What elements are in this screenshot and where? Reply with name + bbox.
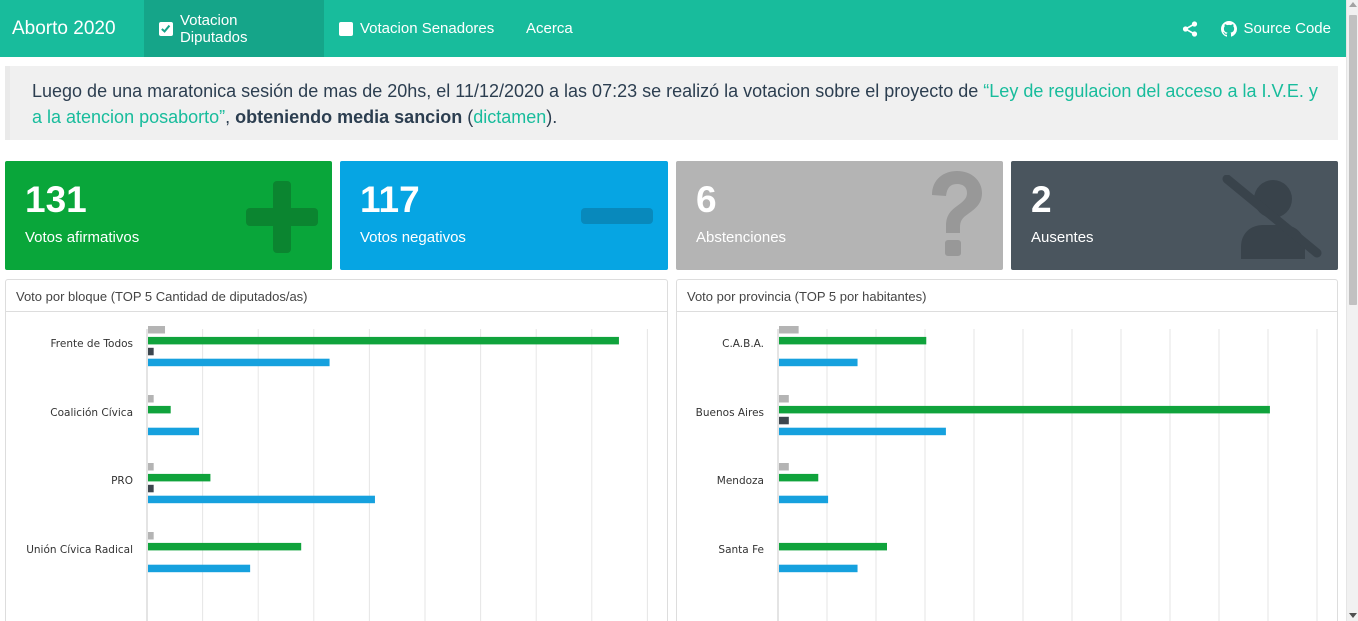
stat-label: Ausentes — [1031, 229, 1094, 246]
intro-text: Luego de una maratonica sesión de mas de… — [32, 81, 984, 101]
category-label: C.A.B.A. — [722, 338, 764, 350]
bar-negativo[interactable] — [148, 427, 200, 436]
intro-paren-open: ( — [462, 107, 474, 127]
stat-value: 2 — [1031, 179, 1052, 220]
category-label: Frente de Todos — [51, 338, 133, 350]
scroll-thumb[interactable] — [1349, 15, 1357, 305]
bar-afirmativo[interactable] — [148, 473, 211, 482]
tab-votacion-senadores[interactable]: Votacion Senadores — [324, 0, 510, 57]
category-label: Mendoza — [717, 475, 764, 487]
stat-ausentes: 2 Ausentes — [1011, 161, 1338, 270]
panel-voto-por-provincia: Voto por provincia (TOP 5 por habitantes… — [676, 279, 1338, 621]
bar-negativo[interactable] — [779, 358, 858, 367]
bar-abstencion[interactable] — [148, 326, 166, 334]
stat-value: 6 — [696, 179, 717, 220]
bar-abstencion[interactable] — [779, 395, 789, 403]
user-slash-icon — [1222, 175, 1322, 259]
bar-abstencion[interactable] — [148, 463, 154, 471]
stat-value: 117 — [360, 179, 420, 220]
bar-afirmativo[interactable] — [779, 336, 927, 345]
bar-abstencion[interactable] — [148, 395, 154, 403]
bar-negativo[interactable] — [148, 495, 375, 504]
stat-abstenciones: 6 Abstenciones — [676, 161, 1003, 270]
stat-votos-negativos: 117 Votos negativos — [340, 161, 668, 270]
bar-negativo[interactable] — [779, 564, 858, 573]
chart-voto-por-provincia: C.A.B.A. Buenos Aires Mendoza Santa Fe — [696, 326, 1318, 621]
scroll-down-arrow-icon[interactable] — [1349, 613, 1357, 618]
dictamen-link[interactable]: dictamen — [473, 107, 546, 127]
bar-abstencion[interactable] — [779, 326, 799, 334]
vertical-scrollbar[interactable] — [1346, 0, 1358, 621]
category-label: PRO — [111, 475, 133, 487]
source-code-label: Source Code — [1243, 20, 1331, 37]
category-label: Buenos Aires — [696, 407, 764, 419]
checkbox-checked-icon — [159, 21, 173, 36]
panel-title: Voto por provincia (TOP 5 por habitantes… — [677, 280, 1337, 312]
panel-title: Voto por bloque (TOP 5 Cantidad de diput… — [6, 280, 667, 312]
category-label: Coalición Cívica — [50, 407, 133, 419]
chart-voto-por-bloque: Frente de Todos Coalición Cívica PRO Unión … — [26, 326, 648, 621]
stat-votos-afirmativos: 131 Votos afirmativos — [5, 161, 332, 270]
intro-result: obteniendo media sancion — [235, 107, 463, 127]
bar-negativo[interactable] — [148, 564, 251, 573]
stat-label: Votos afirmativos — [25, 229, 140, 246]
share-icon[interactable] — [1179, 18, 1201, 40]
scroll-up-arrow-icon[interactable] — [1349, 2, 1357, 7]
tab-votacion-diputados[interactable]: Votacion Diputados — [144, 0, 324, 57]
stat-label: Votos negativos — [360, 229, 466, 246]
question-icon — [932, 171, 982, 256]
bar-afirmativo[interactable] — [148, 336, 619, 345]
tab-label: Votacion Senadores — [360, 20, 495, 37]
bar-negativo[interactable] — [779, 495, 829, 504]
bar-afirmativo[interactable] — [779, 405, 1270, 414]
bar-negativo[interactable] — [779, 427, 946, 436]
stat-value: 131 — [25, 179, 87, 220]
intro-paren-close: ). — [546, 107, 558, 127]
tab-acerca[interactable]: Acerca — [510, 0, 589, 57]
category-label: Unión Cívica Radical — [26, 544, 133, 556]
category-label: Santa Fe — [718, 544, 764, 556]
navbar: Aborto 2020 Votacion Diputados Votacion … — [0, 0, 1346, 57]
intro-blockquote: Luego de una maratonica sesión de mas de… — [5, 66, 1338, 140]
tab-label: Votacion Diputados — [179, 11, 248, 46]
bar-ausente[interactable] — [148, 347, 154, 356]
bar-afirmativo[interactable] — [779, 473, 819, 482]
bar-afirmativo[interactable] — [148, 405, 171, 414]
bar-ausente[interactable] — [148, 484, 154, 493]
app-brand[interactable]: Aborto 2020 — [0, 0, 144, 57]
checkbox-unchecked-icon — [339, 21, 353, 36]
bar-abstencion[interactable] — [779, 463, 789, 471]
panel-voto-por-bloque: Voto por bloque (TOP 5 Cantidad de diput… — [5, 279, 668, 621]
tab-label: Acerca — [526, 20, 573, 37]
bar-afirmativo[interactable] — [148, 542, 302, 551]
github-icon — [1221, 20, 1238, 37]
bar-ausente[interactable] — [779, 416, 789, 425]
bar-negativo[interactable] — [148, 358, 330, 367]
plus-icon — [246, 181, 318, 253]
minus-icon — [581, 208, 653, 224]
stat-label: Abstenciones — [696, 229, 787, 246]
bar-abstencion[interactable] — [148, 532, 154, 540]
source-code-link[interactable]: Source Code — [1221, 20, 1331, 37]
bar-afirmativo[interactable] — [779, 542, 887, 551]
intro-separator: , — [225, 107, 236, 127]
